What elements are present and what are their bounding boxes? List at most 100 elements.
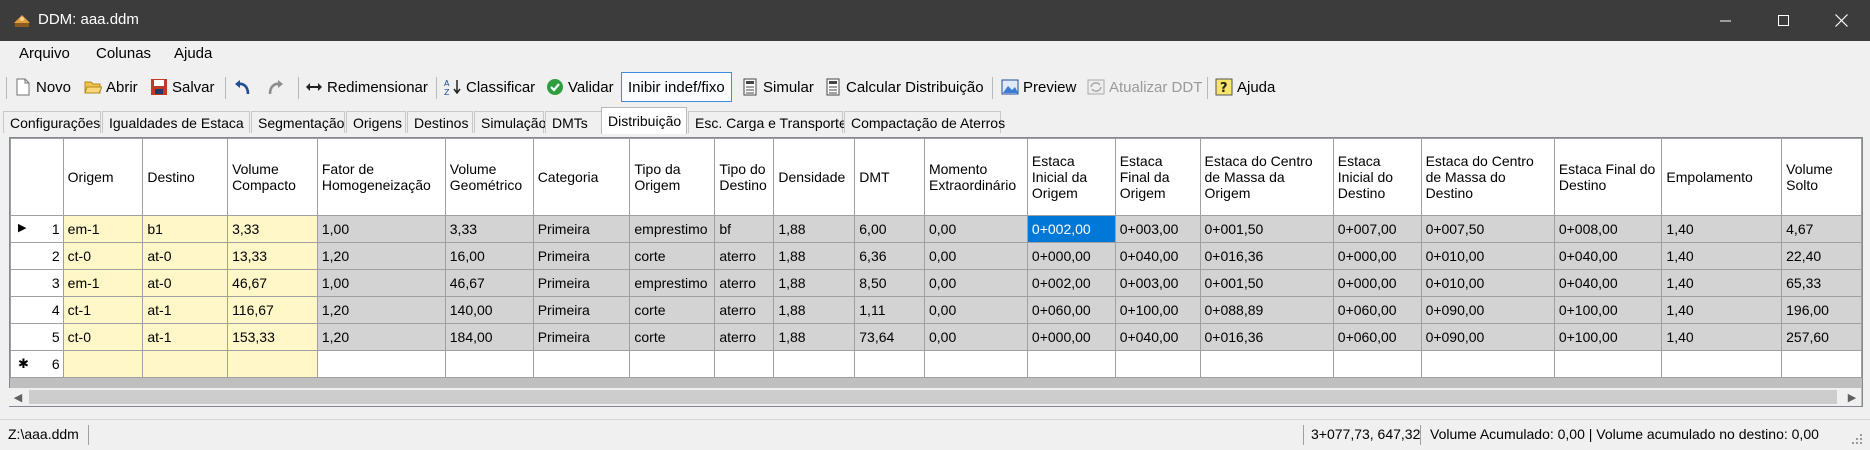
- new-row[interactable]: ✱ 6: [10, 350, 1862, 378]
- column-header[interactable]: Empolamento: [1661, 138, 1783, 216]
- grid-cell[interactable]: 0+040,00: [1553, 269, 1663, 297]
- minimize-button[interactable]: [1697, 0, 1755, 41]
- grid-cell[interactable]: 1,40: [1661, 296, 1783, 324]
- column-header[interactable]: Estaca Inicial do Destino: [1332, 138, 1422, 216]
- grid-cell[interactable]: [227, 350, 318, 378]
- menu-ajuda[interactable]: Ajuda: [174, 45, 212, 62]
- tab-segmentacao[interactable]: Segmentação: [251, 111, 345, 133]
- grid-cell[interactable]: 6,00: [854, 215, 925, 243]
- scrollbar-thumb[interactable]: [29, 390, 1837, 404]
- grid-cell[interactable]: Primeira: [532, 269, 631, 297]
- grid-cell[interactable]: 1,40: [1661, 242, 1783, 270]
- grid-cell[interactable]: [1026, 350, 1116, 378]
- tab-compactacao-de-aterros[interactable]: Compactação de Aterros: [844, 111, 1005, 133]
- grid-cell[interactable]: b1: [142, 215, 229, 243]
- column-header[interactable]: Volume Compacto: [227, 138, 318, 216]
- grid-cell[interactable]: corte: [629, 242, 716, 270]
- grid-cell[interactable]: Primeira: [532, 323, 631, 351]
- grid-cell[interactable]: emprestimo: [629, 215, 716, 243]
- column-header[interactable]: Estaca Inicial da Origem: [1026, 138, 1116, 216]
- inibir-button[interactable]: Inibir indef/fixo: [621, 72, 732, 102]
- grid-cell[interactable]: 0+003,00: [1114, 269, 1201, 297]
- validar-button[interactable]: Validar: [546, 74, 614, 100]
- grid-cell[interactable]: 0,00: [923, 296, 1028, 324]
- column-header[interactable]: Categoria: [532, 138, 631, 216]
- grid-cell[interactable]: bf: [714, 215, 775, 243]
- grid-cell[interactable]: 46,67: [227, 269, 318, 297]
- tab-destinos[interactable]: Destinos: [407, 111, 473, 133]
- horizontal-scrollbar[interactable]: ◀ ▶: [9, 388, 1861, 406]
- grid-cell[interactable]: [714, 350, 775, 378]
- grid-cell[interactable]: ct-1: [62, 296, 144, 324]
- atualizar-ddt-button[interactable]: Atualizar DDT: [1087, 74, 1202, 100]
- distribution-grid[interactable]: Origem Destino Volume Compacto Fator de Hom…: [9, 137, 1863, 407]
- grid-cell[interactable]: 4,67: [1781, 215, 1862, 243]
- grid-cell[interactable]: 1,88: [773, 242, 856, 270]
- tab-origens[interactable]: Origens: [346, 111, 406, 133]
- resize-grip-icon[interactable]: [1850, 432, 1864, 446]
- grid-cell[interactable]: 0+000,00: [1332, 242, 1422, 270]
- grid-cell[interactable]: 0+007,50: [1420, 215, 1555, 243]
- column-header[interactable]: Tipo do Destino: [714, 138, 775, 216]
- grid-cell[interactable]: 1,88: [773, 215, 856, 243]
- grid-cell[interactable]: aterro: [714, 242, 775, 270]
- salvar-button[interactable]: Salvar: [150, 74, 215, 100]
- tab-simulacao[interactable]: Simulação: [474, 111, 546, 133]
- grid-cell[interactable]: [773, 350, 856, 378]
- grid-cell[interactable]: 22,40: [1781, 242, 1862, 270]
- grid-cell[interactable]: Primeira: [532, 215, 631, 243]
- calcular-distribuicao-button[interactable]: Calcular Distribuição: [824, 74, 984, 100]
- grid-cell[interactable]: [854, 350, 925, 378]
- grid-cell[interactable]: aterro: [714, 296, 775, 324]
- grid-cell[interactable]: 1,40: [1661, 323, 1783, 351]
- grid-cell[interactable]: 1,00: [316, 269, 446, 297]
- tab-igualdades-de-estaca[interactable]: Igualdades de Estaca: [102, 111, 250, 133]
- menu-arquivo[interactable]: Arquivo: [19, 45, 70, 62]
- grid-cell[interactable]: ct-0: [62, 242, 144, 270]
- grid-cell[interactable]: 0+001,50: [1199, 215, 1334, 243]
- menu-colunas[interactable]: Colunas: [96, 45, 151, 62]
- grid-cell[interactable]: 0+100,00: [1553, 296, 1663, 324]
- tab-distribuicao[interactable]: Distribuição: [601, 107, 687, 134]
- table-row[interactable]: ▶ 1 em-1 b1 3,33 1,00 3,33 Primeira emprestimo bf…: [10, 215, 1862, 243]
- grid-cell[interactable]: 1,40: [1661, 215, 1783, 243]
- grid-cell[interactable]: at-0: [142, 242, 229, 270]
- grid-cell[interactable]: 0+003,00: [1114, 215, 1201, 243]
- grid-cell[interactable]: 184,00: [444, 323, 534, 351]
- grid-cell[interactable]: corte: [629, 296, 716, 324]
- grid-cell[interactable]: 0+060,00: [1026, 296, 1116, 324]
- row-header[interactable]: 3: [10, 269, 64, 297]
- simular-button[interactable]: Simular: [741, 74, 814, 100]
- grid-cell[interactable]: 0+090,00: [1420, 296, 1555, 324]
- column-header[interactable]: Destino: [142, 138, 229, 216]
- grid-cell[interactable]: at-1: [142, 323, 229, 351]
- grid-cell[interactable]: [1199, 350, 1334, 378]
- grid-cell[interactable]: 0+088,89: [1199, 296, 1334, 324]
- tab-dmts[interactable]: DMTs: [545, 111, 602, 133]
- grid-cell[interactable]: 1,88: [773, 269, 856, 297]
- grid-cell[interactable]: 0+040,00: [1114, 323, 1201, 351]
- grid-cell[interactable]: 0+100,00: [1114, 296, 1201, 324]
- grid-cell[interactable]: 1,40: [1661, 269, 1783, 297]
- grid-cell[interactable]: 1,88: [773, 323, 856, 351]
- novo-button[interactable]: Novo: [14, 74, 71, 100]
- grid-cell[interactable]: [1553, 350, 1663, 378]
- grid-cell[interactable]: 0+000,00: [1026, 242, 1116, 270]
- grid-cell[interactable]: 1,20: [316, 242, 446, 270]
- grid-cell[interactable]: 0+090,00: [1420, 323, 1555, 351]
- grid-cell[interactable]: [1114, 350, 1201, 378]
- grid-cell[interactable]: [444, 350, 534, 378]
- grid-cell[interactable]: [923, 350, 1028, 378]
- grid-cell[interactable]: 1,88: [773, 296, 856, 324]
- grid-cell[interactable]: 196,00: [1781, 296, 1862, 324]
- grid-cell[interactable]: Primeira: [532, 242, 631, 270]
- grid-cell[interactable]: Primeira: [532, 296, 631, 324]
- grid-cell[interactable]: em-1: [62, 269, 144, 297]
- column-header[interactable]: DMT: [854, 138, 925, 216]
- grid-cell[interactable]: [1332, 350, 1422, 378]
- grid-cell[interactable]: [1661, 350, 1783, 378]
- grid-cell[interactable]: 0,00: [923, 242, 1028, 270]
- tab-configuracoes[interactable]: Configurações: [3, 111, 101, 133]
- grid-cell[interactable]: 1,00: [316, 215, 446, 243]
- classificar-button[interactable]: AZ Classificar: [444, 74, 535, 100]
